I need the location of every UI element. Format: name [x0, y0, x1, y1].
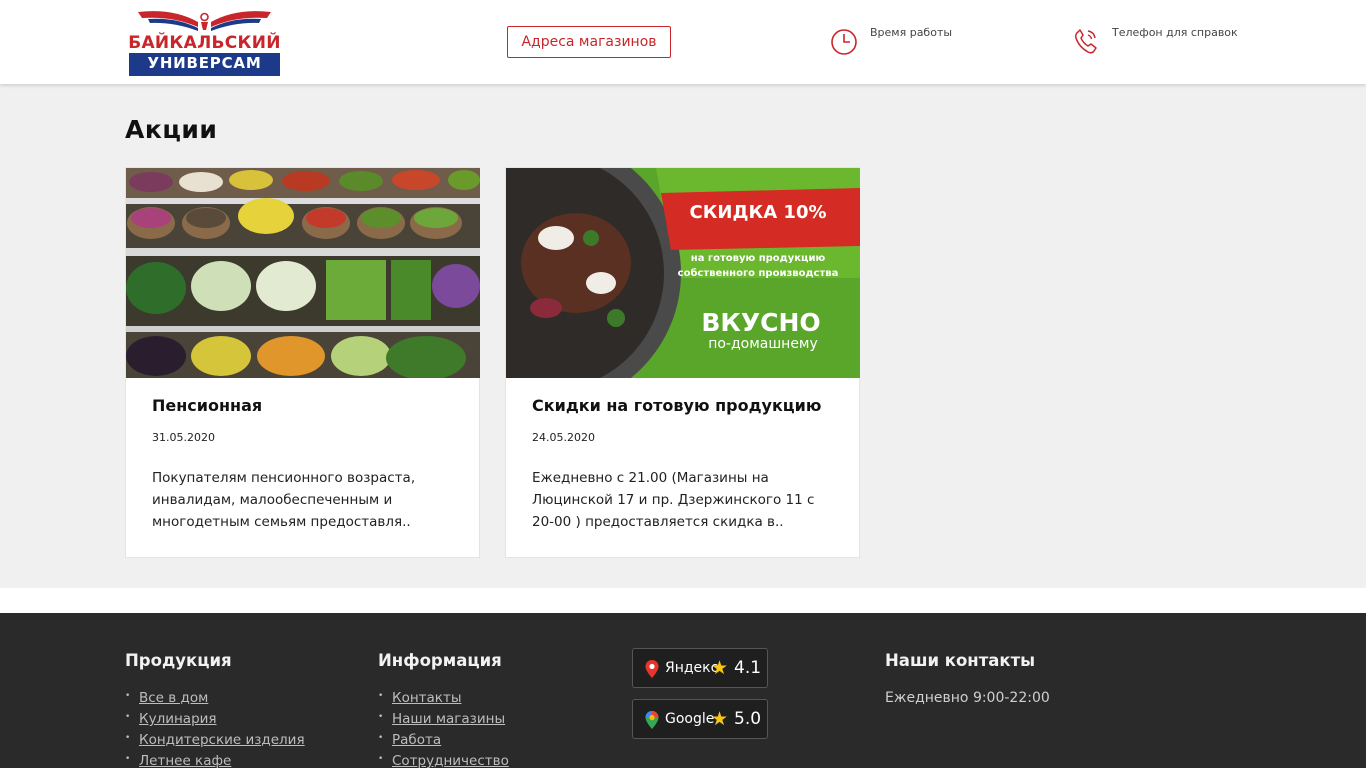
yandex-score: 4.1 — [734, 658, 762, 678]
google-rating-badge[interactable]: Google ★ 5.0 — [632, 699, 768, 739]
footer-link-item: Кулинария — [125, 711, 305, 732]
footer-link-jobs[interactable]: Работа — [392, 732, 441, 748]
yandex-pin-icon — [645, 660, 659, 678]
banner-sub-2: собственного производства — [678, 267, 839, 279]
footer-link-item: Летнее кафе — [125, 753, 305, 768]
footer-link-all-home[interactable]: Все в дом — [139, 690, 208, 706]
logo-subtitle: УНИВЕРСАМ — [147, 54, 262, 72]
working-hours-label: Время работы — [870, 26, 953, 39]
phone-icon — [1075, 29, 1097, 54]
footer-opening-hours: Ежедневно 9:00-22:00 — [885, 690, 1050, 706]
clock-icon — [831, 29, 857, 55]
footer-link-summer-cafe[interactable]: Летнее кафе — [139, 753, 231, 768]
footer-link-item: Работа — [378, 732, 509, 753]
google-pin-icon — [645, 711, 659, 729]
footer-link-cooperation[interactable]: Сотрудничество — [392, 753, 509, 768]
footer-link-confectionery[interactable]: Кондитерские изделия — [139, 732, 305, 748]
star-icon: ★ — [711, 708, 729, 730]
produce-row-3 — [126, 256, 480, 326]
promo-excerpt: Покупателям пенсионного возраста, инвали… — [152, 470, 416, 530]
footer-contacts: Наши контакты Ежедневно 9:00-22:00 — [885, 651, 1050, 706]
logo-title: БАЙКАЛЬСКИЙ — [128, 33, 281, 53]
footer-products-title: Продукция — [125, 651, 232, 670]
footer-link-item: Контакты — [378, 690, 509, 711]
promo-card[interactable]: Пенсионная 31.05.2020 Покупателям пенсио… — [125, 167, 480, 558]
store-addresses-button[interactable]: Адреса магазинов — [507, 26, 671, 58]
google-label: Google — [665, 711, 715, 727]
google-score: 5.0 — [734, 709, 762, 729]
logo[interactable]: БАЙКАЛЬСКИЙ УНИВЕРСАМ — [128, 8, 281, 77]
footer-spacer — [0, 588, 1366, 613]
footer-link-item: Наши магазины — [378, 711, 509, 732]
page-title: Акции — [125, 115, 218, 144]
promo-date: 24.05.2020 — [532, 431, 595, 444]
banner-sub-1: на готовую продукцию — [691, 253, 826, 264]
footer-link-item: Сотрудничество — [378, 753, 509, 768]
footer-link-contacts[interactable]: Контакты — [392, 690, 461, 706]
banner-headline: СКИДКА 10% — [689, 202, 826, 223]
logo-wings-icon — [138, 11, 271, 31]
star-icon: ★ — [711, 657, 729, 679]
promo-title[interactable]: Скидки на готовую продукцию — [532, 396, 821, 415]
promo-image-discount-banner[interactable]: СКИДКА 10% на готовую продукцию собствен… — [506, 168, 860, 378]
site-footer: Продукция Все в дом Кулинария Кондитерск… — [0, 613, 1366, 768]
footer-link-culinary[interactable]: Кулинария — [139, 711, 217, 727]
banner-big: ВКУСНО — [701, 308, 820, 337]
footer-link-stores[interactable]: Наши магазины — [392, 711, 505, 727]
promo-date: 31.05.2020 — [152, 431, 215, 444]
yandex-rating-badge[interactable]: Яндекс ★ 4.1 — [632, 648, 768, 688]
promo-title[interactable]: Пенсионная — [152, 396, 262, 415]
footer-contacts-title: Наши контакты — [885, 651, 1036, 670]
footer-info-title: Информация — [378, 651, 502, 670]
promo-excerpt: Ежедневно с 21.00 (Магазины на Люцинской… — [532, 470, 815, 530]
footer-link-item: Все в дом — [125, 690, 305, 711]
promo-card[interactable]: СКИДКА 10% на готовую продукцию собствен… — [505, 167, 860, 558]
footer-info: Информация Контакты Наши магазины Работа… — [378, 651, 509, 768]
site-header: БАЙКАЛЬСКИЙ УНИВЕРСАМ Адреса магазинов В… — [0, 0, 1366, 84]
promo-image-vegetables[interactable] — [126, 168, 480, 378]
footer-link-item: Кондитерские изделия — [125, 732, 305, 753]
reference-phone-label: Телефон для справок — [1112, 26, 1238, 39]
banner-small: по-домашнему — [708, 336, 818, 352]
footer-products: Продукция Все в дом Кулинария Кондитерск… — [125, 651, 305, 768]
